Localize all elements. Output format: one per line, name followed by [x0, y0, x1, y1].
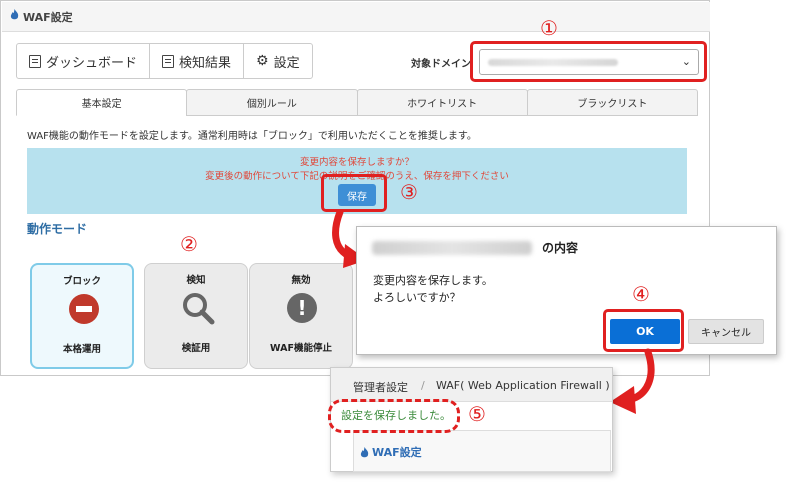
step-2-marker: ②	[180, 232, 198, 256]
mode-card-sub: WAF機能停止	[270, 343, 332, 354]
mode-card-title: ブロック	[62, 276, 101, 287]
dashboard-button[interactable]: ダッシュボード	[17, 44, 151, 78]
dashboard-icon	[29, 54, 41, 68]
panel-titlebar	[2, 2, 710, 32]
step-4-marker: ④	[632, 282, 650, 306]
confirm-dialog: の内容 変更内容を保存します。 よろしいですか？ OK キャンセル	[356, 226, 777, 355]
confirm-question: 変更内容を保存しますか？	[299, 157, 414, 168]
dialog-title: の内容	[542, 241, 579, 255]
waf-logo-icon	[9, 9, 20, 21]
dashboard-label: ダッシュボード	[46, 55, 138, 71]
dialog-message-1: 変更内容を保存します。	[373, 274, 493, 287]
tab-basic[interactable]: 基本設定	[16, 89, 188, 116]
annotation-box-saved	[328, 399, 460, 433]
domain-label: 対象ドメイン	[411, 59, 471, 70]
result-panel: WAF設定	[353, 430, 611, 472]
panel-title: WAF設定	[23, 11, 73, 24]
mode-card-sub: 検証用	[181, 343, 211, 354]
annotation-box-save	[321, 174, 387, 212]
settings-button[interactable]: ⚙ 設定	[244, 44, 312, 78]
tab-blacklist[interactable]: ブラックリスト	[526, 89, 698, 116]
dialog-domain-redacted	[372, 241, 532, 255]
block-icon	[69, 294, 99, 324]
annotation-box-domain	[470, 41, 707, 82]
step-1-marker: ①	[540, 16, 558, 40]
warning-icon: !	[287, 293, 317, 323]
mode-card-detect[interactable]: 検知 検証用	[144, 263, 248, 369]
tab-individual-rules[interactable]: 個別ルール	[186, 89, 358, 116]
tab-whitelist[interactable]: ホワイトリスト	[356, 89, 528, 116]
breadcrumb-separator: /	[421, 379, 425, 392]
result-panel-title: WAF設定	[372, 446, 422, 459]
annotation-box-ok	[603, 309, 684, 352]
dialog-message-2: よろしいですか？	[373, 291, 461, 304]
magnifier-icon	[183, 293, 215, 325]
mode-card-title: 無効	[291, 275, 311, 286]
mode-card-sub: 本格運用	[62, 344, 101, 355]
mode-card-disabled[interactable]: 無効 ! WAF機能停止	[249, 263, 353, 369]
step-3-marker: ③	[400, 180, 418, 204]
waf-logo-icon	[359, 444, 370, 463]
main-nav-toolbar: ダッシュボード 検知結果 ⚙ 設定	[16, 43, 313, 79]
mode-card-block[interactable]: ブロック 本格運用	[30, 263, 134, 369]
detection-results-button[interactable]: 検知結果	[150, 44, 245, 78]
results-icon	[162, 54, 175, 68]
cancel-button[interactable]: キャンセル	[688, 319, 764, 344]
mode-card-title: 検知	[186, 275, 206, 286]
step-5-marker: ⑤	[468, 402, 486, 426]
results-label: 検知結果	[179, 55, 232, 71]
mode-description: WAF機能の動作モードを設定します。通常利用時は「ブロック」で利用いただくことを…	[27, 131, 477, 142]
settings-tabs: 基本設定 個別ルール ホワイトリスト ブラックリスト	[16, 89, 698, 116]
breadcrumb-waf: WAF( Web Application Firewall )	[436, 379, 610, 392]
mode-heading: 動作モード	[27, 222, 88, 236]
settings-label: 設定	[273, 55, 300, 71]
breadcrumb-admin[interactable]: 管理者設定	[353, 379, 408, 395]
breadcrumb: 管理者設定 / WAF( Web Application Firewall )	[331, 368, 612, 402]
gear-icon: ⚙	[256, 53, 269, 69]
